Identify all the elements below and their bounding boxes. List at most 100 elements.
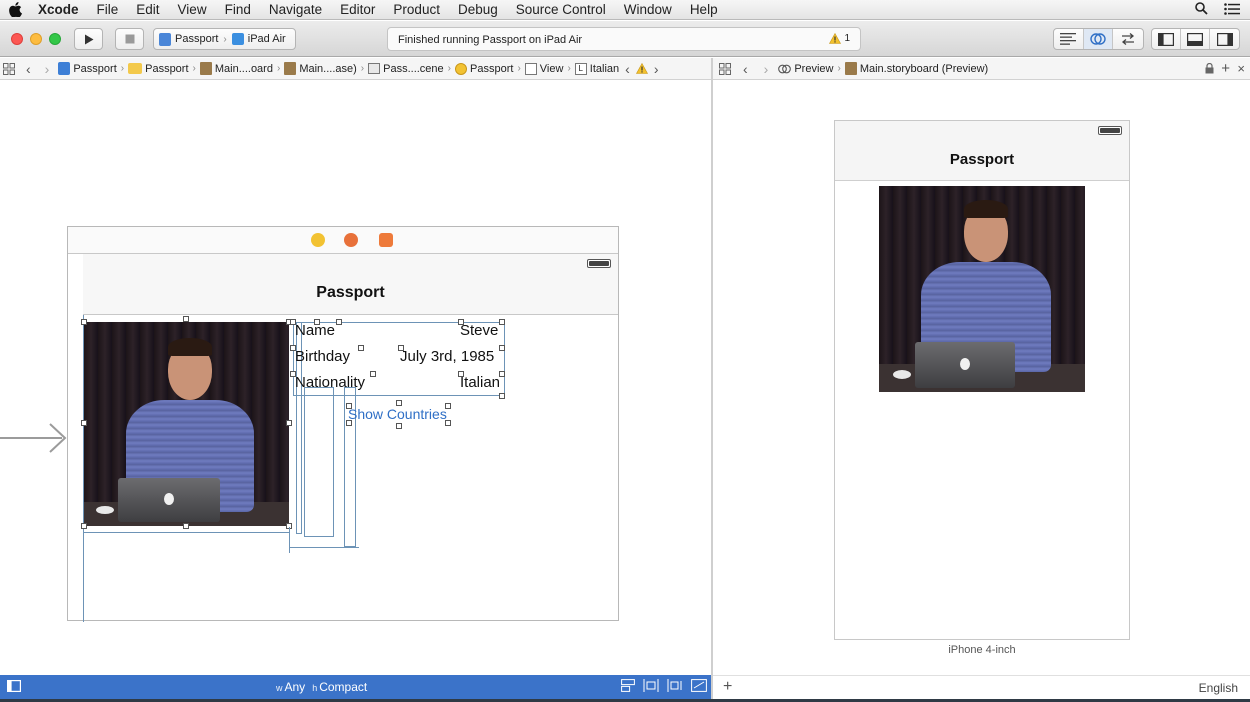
stop-button[interactable] <box>115 28 144 50</box>
menu-window[interactable]: Window <box>615 2 681 17</box>
nationality-value-label[interactable]: Italian <box>460 374 500 391</box>
stack-view-icon[interactable] <box>621 679 635 695</box>
resize-handle[interactable] <box>445 420 451 426</box>
crumb-project[interactable]: Passport <box>55 62 119 75</box>
notification-center-icon[interactable] <box>1224 2 1240 18</box>
menu-navigate[interactable]: Navigate <box>260 2 331 17</box>
resize-handle[interactable] <box>358 345 364 351</box>
birthday-key-label[interactable]: Birthday <box>295 348 350 365</box>
run-button[interactable] <box>74 28 103 50</box>
version-editor-button[interactable] <box>1113 29 1143 49</box>
back-arrow-icon[interactable]: ‹ <box>18 61 39 77</box>
toggle-navigator-button[interactable] <box>1152 29 1182 49</box>
next-issue-icon[interactable]: › <box>651 61 662 77</box>
nationality-key-label[interactable]: Nationality <box>295 374 365 391</box>
menu-source-control[interactable]: Source Control <box>507 2 615 17</box>
resize-handle[interactable] <box>286 420 292 426</box>
resize-handle[interactable] <box>499 345 505 351</box>
resize-handle[interactable] <box>346 420 352 426</box>
standard-editor-button[interactable] <box>1054 29 1084 49</box>
storyboard-canvas[interactable]: Passport Name Steve Birthday July 3rd, 1… <box>0 81 711 675</box>
zoom-window-button[interactable] <box>49 33 61 45</box>
resize-handle[interactable] <box>458 371 464 377</box>
add-assistant-editor-icon[interactable]: + <box>1221 60 1230 77</box>
close-window-button[interactable] <box>11 33 23 45</box>
resize-handle[interactable] <box>396 423 402 429</box>
resize-handle[interactable] <box>499 319 505 325</box>
forward-arrow-icon[interactable]: › <box>757 61 776 77</box>
resize-handle[interactable] <box>499 371 505 377</box>
resize-handle[interactable] <box>290 371 296 377</box>
menu-product[interactable]: Product <box>384 2 449 17</box>
resolve-issues-icon[interactable] <box>691 679 707 695</box>
crumb-scene[interactable]: Pass....cene <box>365 63 447 75</box>
resize-handle[interactable] <box>346 403 352 409</box>
menu-help[interactable]: Help <box>681 2 727 17</box>
menu-file[interactable]: File <box>88 2 128 17</box>
resize-handle[interactable] <box>314 319 320 325</box>
entry-point-arrow-icon[interactable] <box>0 421 68 455</box>
pin-constraints-icon[interactable] <box>667 679 683 695</box>
size-class-selector[interactable]: w Any h Compact <box>276 680 367 694</box>
related-items-icon[interactable] <box>0 62 18 75</box>
resize-handle[interactable] <box>458 319 464 325</box>
crumb-group[interactable]: Passport <box>125 63 191 75</box>
resize-handle[interactable] <box>499 393 505 399</box>
resize-handle[interactable] <box>336 319 342 325</box>
resize-handle[interactable] <box>81 420 87 426</box>
menu-app-xcode[interactable]: Xcode <box>30 2 88 17</box>
device-size-label[interactable]: iPhone 4-inch <box>834 644 1130 656</box>
view-controller-scene[interactable]: Passport Name Steve Birthday July 3rd, 1… <box>67 226 619 622</box>
previous-issue-icon[interactable]: ‹ <box>622 61 633 77</box>
crumb-view-controller[interactable]: Passport <box>452 62 516 75</box>
issue-warning-icon[interactable] <box>633 63 651 74</box>
align-constraints-icon[interactable] <box>643 679 659 695</box>
photo-image-view[interactable] <box>84 322 289 526</box>
related-items-icon[interactable] <box>713 62 734 75</box>
resize-handle[interactable] <box>398 345 404 351</box>
crumb-label-italian[interactable]: L Italian <box>572 62 622 75</box>
view-controller-icon <box>455 62 468 75</box>
add-device-icon[interactable]: + <box>723 678 732 696</box>
preview-language-selector[interactable]: English <box>1199 681 1238 695</box>
menu-editor[interactable]: Editor <box>331 2 384 17</box>
resize-handle[interactable] <box>81 319 87 325</box>
resize-handle[interactable] <box>290 345 296 351</box>
toggle-utilities-button[interactable] <box>1210 29 1239 49</box>
warning-indicator[interactable]: 1 <box>829 33 850 44</box>
menu-view[interactable]: View <box>169 2 216 17</box>
resize-handle[interactable] <box>183 523 189 529</box>
back-arrow-icon[interactable]: ‹ <box>734 61 757 77</box>
forward-arrow-icon[interactable]: › <box>39 61 56 77</box>
resize-handle[interactable] <box>445 403 451 409</box>
show-countries-button[interactable]: Show Countries <box>348 406 447 422</box>
crumb-storyboard[interactable]: Main....oard <box>197 62 276 75</box>
resize-handle[interactable] <box>370 371 376 377</box>
crumb-storyboard-base[interactable]: Main....ase) <box>281 62 359 75</box>
menu-find[interactable]: Find <box>216 2 260 17</box>
resize-handle[interactable] <box>81 523 87 529</box>
resize-handle[interactable] <box>290 319 296 325</box>
spotlight-search-icon[interactable] <box>1195 2 1208 18</box>
scheme-selector[interactable]: Passport › iPad Air <box>153 28 296 50</box>
resize-handle[interactable] <box>396 400 402 406</box>
resize-handle[interactable] <box>183 316 189 322</box>
navigation-bar[interactable]: Passport <box>83 254 618 315</box>
exit-icon[interactable] <box>379 233 393 247</box>
menu-debug[interactable]: Debug <box>449 2 507 17</box>
name-value-label[interactable]: Steve <box>460 322 498 339</box>
view-controller-icon[interactable] <box>311 233 325 247</box>
birthday-value-label[interactable]: July 3rd, 1985 <box>400 348 494 365</box>
menu-edit[interactable]: Edit <box>127 2 168 17</box>
assistant-editor-button[interactable] <box>1083 29 1114 49</box>
close-assistant-editor-icon[interactable]: × <box>1237 61 1245 76</box>
first-responder-icon[interactable] <box>344 233 358 247</box>
document-outline-toggle-icon[interactable] <box>7 680 22 695</box>
apple-menu-icon[interactable] <box>0 2 30 17</box>
crumb-preview-file[interactable]: Main.storyboard (Preview) <box>842 62 991 75</box>
lock-icon[interactable] <box>1205 62 1214 77</box>
minimize-window-button[interactable] <box>30 33 42 45</box>
assistant-mode-preview[interactable]: Preview <box>775 63 836 75</box>
toggle-debug-area-button[interactable] <box>1181 29 1211 49</box>
crumb-view[interactable]: View <box>522 62 567 75</box>
